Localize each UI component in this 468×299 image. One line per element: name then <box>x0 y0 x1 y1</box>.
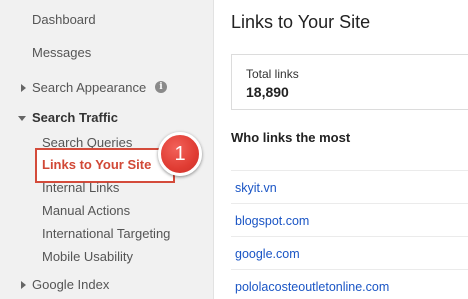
nav-mobile-usability[interactable]: Mobile Usability <box>42 249 133 264</box>
nav-google-index[interactable]: Google Index <box>32 277 109 292</box>
domain-link[interactable]: google.com <box>235 247 300 261</box>
nav-internal-links[interactable]: Internal Links <box>42 180 119 195</box>
domain-link[interactable]: skyit.vn <box>235 181 277 195</box>
table-row: pololacosteoutletonline.com <box>231 269 468 294</box>
domain-link[interactable]: pololacosteoutletonline.com <box>235 280 389 294</box>
collapse-arrow-icon[interactable] <box>18 116 26 121</box>
who-links-title: Who links the most <box>231 130 351 145</box>
nav-international-targeting[interactable]: International Targeting <box>42 226 170 241</box>
domain-link[interactable]: blogspot.com <box>235 214 309 228</box>
nav-manual-actions[interactable]: Manual Actions <box>42 203 130 218</box>
nav-search-traffic[interactable]: Search Traffic <box>32 110 118 125</box>
step-number-badge: 1 <box>158 132 202 176</box>
total-links-card: Total links 18,890 <box>231 54 468 110</box>
total-links-label: Total links <box>246 67 299 81</box>
expand-arrow-icon[interactable] <box>21 84 26 92</box>
nav-dashboard[interactable]: Dashboard <box>32 12 96 27</box>
table-row: skyit.vn <box>231 170 468 195</box>
table-row: blogspot.com <box>231 203 468 228</box>
main-content: Links to Your Site Total links 18,890 Wh… <box>215 0 468 299</box>
info-icon[interactable]: i <box>155 81 167 93</box>
expand-arrow-icon[interactable] <box>21 281 26 289</box>
nav-search-appearance[interactable]: Search Appearance <box>32 80 146 95</box>
total-links-value: 18,890 <box>246 84 289 100</box>
nav-links-to-your-site[interactable]: Links to Your Site <box>42 157 151 172</box>
table-row: google.com <box>231 236 468 261</box>
page-title: Links to Your Site <box>231 12 371 32</box>
nav-messages[interactable]: Messages <box>32 45 91 60</box>
